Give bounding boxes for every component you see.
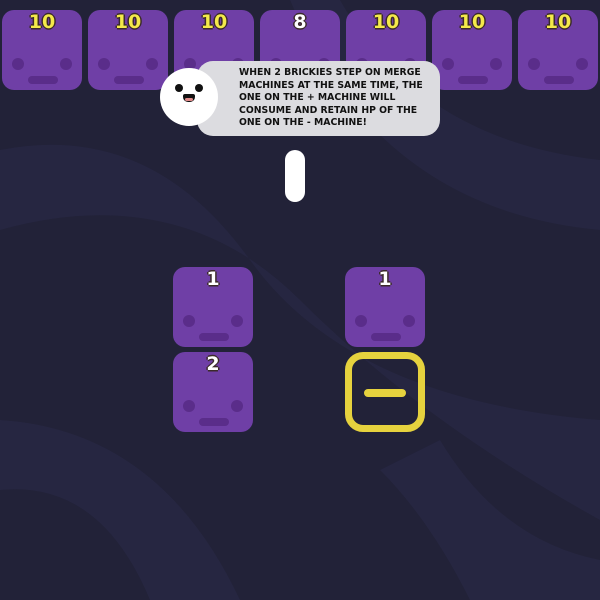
brick-hp: 10 bbox=[458, 11, 486, 33]
eye-icon bbox=[146, 58, 158, 70]
brick-hp: 8 bbox=[293, 11, 307, 33]
eye-icon bbox=[403, 315, 415, 327]
mouth-icon bbox=[458, 76, 488, 84]
eye-icon bbox=[231, 400, 243, 412]
pill-indicator bbox=[285, 150, 305, 202]
mouth-icon bbox=[199, 418, 229, 426]
brick-hp: 10 bbox=[544, 11, 572, 33]
brick-hp: 10 bbox=[200, 11, 228, 33]
brick-hp: 10 bbox=[372, 11, 400, 33]
tutorial-text: When 2 brickies step on merge machines a… bbox=[239, 67, 423, 128]
mouth-icon bbox=[544, 76, 574, 84]
mouth-icon bbox=[28, 76, 58, 84]
brick-hp: 1 bbox=[206, 268, 220, 290]
top-brick[interactable]: 10 bbox=[518, 10, 598, 90]
brick-on-plus-machine[interactable]: 1 bbox=[173, 267, 253, 347]
brick-hp: 10 bbox=[114, 11, 142, 33]
brick-hp: 2 bbox=[206, 353, 220, 375]
mouth-icon bbox=[114, 76, 144, 84]
brick[interactable]: 2 bbox=[173, 352, 253, 432]
smiling-face-icon bbox=[160, 68, 218, 126]
eye-icon bbox=[12, 58, 24, 70]
eye-icon bbox=[442, 58, 454, 70]
top-brick[interactable]: 10 bbox=[2, 10, 82, 90]
eye-icon bbox=[355, 315, 367, 327]
minus-merge-machine bbox=[345, 352, 425, 432]
eye-icon bbox=[98, 58, 110, 70]
tutorial-speech-bubble: When 2 brickies step on merge machines a… bbox=[197, 61, 440, 136]
brick-hp: 10 bbox=[28, 11, 56, 33]
eye-icon bbox=[183, 315, 195, 327]
top-brick[interactable]: 10 bbox=[88, 10, 168, 90]
top-brick[interactable]: 10 bbox=[432, 10, 512, 90]
eye-icon bbox=[60, 58, 72, 70]
mouth-icon bbox=[199, 333, 229, 341]
eye-icon bbox=[183, 400, 195, 412]
eye-icon bbox=[528, 58, 540, 70]
minus-icon bbox=[364, 389, 406, 397]
eye-icon bbox=[231, 315, 243, 327]
eye-icon bbox=[576, 58, 588, 70]
brick-on-minus-machine[interactable]: 1 bbox=[345, 267, 425, 347]
eye-icon bbox=[490, 58, 502, 70]
mouth-icon bbox=[371, 333, 401, 341]
brick-hp: 1 bbox=[378, 268, 392, 290]
